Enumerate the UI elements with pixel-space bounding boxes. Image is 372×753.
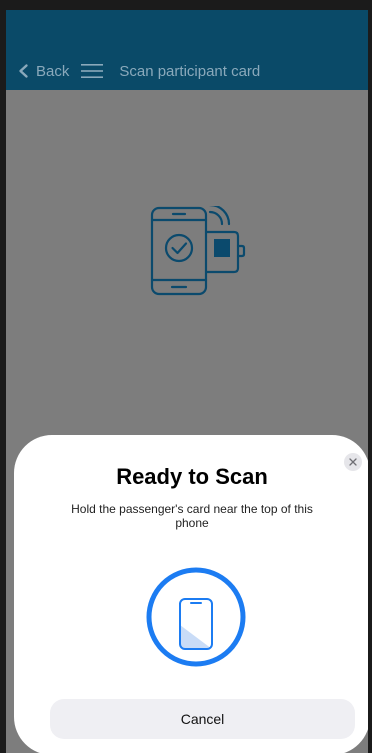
navigation-row: Back Scan participant card <box>6 59 368 83</box>
device-screen: Back Scan participant card Ready to Scan… <box>0 0 372 753</box>
sheet-title: Ready to Scan <box>116 464 268 489</box>
back-label: Back <box>36 62 70 80</box>
page-title: Scan participant card <box>119 62 261 80</box>
phone-nfc-card-icon <box>150 206 246 296</box>
cancel-button[interactable]: Cancel <box>50 699 355 739</box>
scan-sheet: Ready to Scan Hold the passenger's card … <box>14 435 368 753</box>
phone-scan-icon <box>146 567 246 667</box>
back-button[interactable]: Back <box>16 63 69 80</box>
hamburger-menu-icon[interactable] <box>81 63 104 79</box>
chevron-left-icon <box>19 64 28 78</box>
navigation-bar: Back Scan participant card <box>6 10 368 90</box>
sheet-message: Hold the passenger's card near the top o… <box>71 502 313 530</box>
app-view: Back Scan participant card Ready to Scan… <box>6 10 368 753</box>
